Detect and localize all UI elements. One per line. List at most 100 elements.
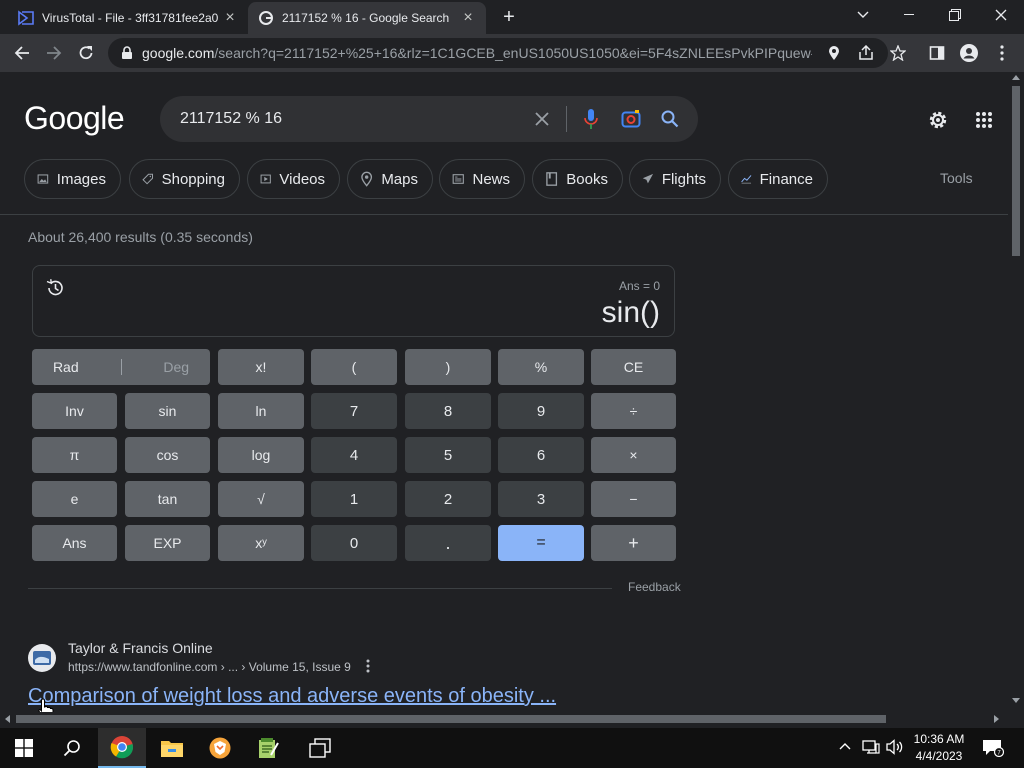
taskbar-brave-browser-icon[interactable]	[196, 728, 244, 768]
key-2[interactable]: 2	[405, 481, 491, 517]
taskbar-notepad-app-icon[interactable]	[244, 728, 292, 768]
reload-icon[interactable]	[72, 39, 100, 67]
kebab-menu-icon[interactable]	[988, 39, 1016, 67]
key-open-paren[interactable]: (	[311, 349, 397, 385]
tab-virustotal[interactable]: VirusTotal - File - 3ff31781fee2a0 ×	[8, 2, 248, 34]
search-magnifier-icon[interactable]	[658, 107, 682, 131]
taskbar-file-explorer-icon[interactable]	[148, 728, 196, 768]
new-tab-button[interactable]: +	[498, 6, 520, 28]
key-cos[interactable]: cos	[125, 437, 210, 473]
close-tab-icon[interactable]: ×	[222, 10, 238, 26]
back-arrow-icon[interactable]	[8, 39, 36, 67]
settings-gear-icon[interactable]	[926, 108, 950, 132]
chip-maps[interactable]: Maps	[347, 159, 433, 199]
key-sqrt[interactable]: √	[218, 481, 304, 517]
scroll-down-arrow-icon[interactable]	[1012, 698, 1020, 704]
restore-window-button[interactable]	[932, 0, 978, 30]
profile-avatar-icon[interactable]	[955, 39, 983, 67]
scroll-left-arrow-icon[interactable]	[4, 715, 10, 723]
taskbar-chrome-icon[interactable]	[98, 728, 146, 768]
chip-flights[interactable]: Flights	[629, 159, 721, 199]
chip-videos[interactable]: Videos	[247, 159, 340, 199]
key-clear-entry[interactable]: CE	[591, 349, 676, 385]
key-multiply[interactable]: ×	[591, 437, 676, 473]
system-clock[interactable]: 10:36 AM 4/4/2023	[908, 731, 970, 765]
show-hidden-icons-chevron-up-icon[interactable]	[839, 742, 851, 750]
key-0[interactable]: 0	[311, 525, 397, 561]
key-tan[interactable]: tan	[125, 481, 210, 517]
search-box[interactable]: 2117152 % 16	[160, 96, 698, 142]
clear-x-icon[interactable]	[530, 107, 554, 131]
key-equals[interactable]: =	[498, 525, 584, 561]
feedback-link[interactable]: Feedback	[628, 580, 681, 594]
address-bar[interactable]: google.com/search?q=2117152+%25+16&rlz=1…	[108, 38, 906, 68]
url-text[interactable]: google.com/search?q=2117152+%25+16&rlz=1…	[142, 45, 812, 61]
scroll-right-arrow-icon[interactable]	[994, 715, 1000, 723]
bookmark-star-icon[interactable]	[890, 45, 906, 61]
voice-search-mic-icon[interactable]	[579, 107, 603, 131]
notifications-chat-icon[interactable]: 7	[982, 739, 1004, 757]
location-pin-icon[interactable]	[828, 46, 840, 61]
side-panel-icon[interactable]	[923, 39, 951, 67]
key-1[interactable]: 1	[311, 481, 397, 517]
horizontal-scrollbar[interactable]	[0, 712, 1008, 726]
result-site-name[interactable]: Taylor & Francis Online	[68, 640, 213, 656]
key-6[interactable]: 6	[498, 437, 584, 473]
volume-speaker-icon[interactable]	[886, 739, 904, 755]
google-logo[interactable]: Google	[24, 100, 125, 137]
forward-arrow-icon[interactable]	[40, 39, 68, 67]
vertical-scrollbar-thumb[interactable]	[1012, 86, 1020, 256]
minimize-window-button[interactable]	[886, 0, 932, 30]
key-subtract[interactable]: −	[591, 481, 676, 517]
key-pi[interactable]: π	[32, 437, 117, 473]
chip-images[interactable]: Images	[24, 159, 121, 199]
key-exp[interactable]: EXP	[125, 525, 210, 561]
key-log[interactable]: log	[218, 437, 304, 473]
close-window-button[interactable]	[978, 0, 1024, 30]
chip-shopping[interactable]: Shopping	[129, 159, 240, 199]
key-e[interactable]: e	[32, 481, 117, 517]
chip-news[interactable]: News	[439, 159, 525, 199]
key-7[interactable]: 7	[311, 393, 397, 429]
key-percent[interactable]: %	[498, 349, 584, 385]
result-site-favicon-icon[interactable]	[28, 644, 56, 672]
taskbar-task-view-icon[interactable]	[296, 728, 344, 768]
key-inverse[interactable]: Inv	[32, 393, 117, 429]
rad-deg-toggle[interactable]: Rad Deg	[32, 349, 210, 385]
key-divide[interactable]: ÷	[591, 393, 676, 429]
key-decimal[interactable]: .	[405, 525, 491, 561]
result-more-options-icon[interactable]	[366, 659, 370, 676]
tools-button[interactable]: Tools	[940, 170, 973, 186]
horizontal-scrollbar-thumb[interactable]	[16, 715, 886, 723]
lock-icon[interactable]	[120, 46, 134, 60]
share-icon[interactable]	[858, 45, 874, 61]
chip-books[interactable]: Books	[532, 159, 623, 199]
close-tab-icon[interactable]: ×	[460, 10, 476, 26]
result-url[interactable]: https://www.tandfonline.com › ... › Volu…	[68, 660, 351, 674]
taskbar-search-icon[interactable]	[48, 728, 96, 768]
tab-search-chevron-down-icon[interactable]	[840, 0, 886, 30]
lens-camera-icon[interactable]	[619, 107, 643, 131]
key-4[interactable]: 4	[311, 437, 397, 473]
network-icon[interactable]	[862, 739, 880, 755]
key-5[interactable]: 5	[405, 437, 491, 473]
key-sin[interactable]: sin	[125, 393, 210, 429]
scroll-up-arrow-icon[interactable]	[1012, 74, 1020, 80]
rad-option[interactable]: Rad	[53, 359, 79, 375]
key-3[interactable]: 3	[498, 481, 584, 517]
vertical-scrollbar[interactable]	[1008, 72, 1024, 712]
deg-option[interactable]: Deg	[163, 359, 189, 375]
key-9[interactable]: 9	[498, 393, 584, 429]
key-8[interactable]: 8	[405, 393, 491, 429]
key-factorial[interactable]: x!	[218, 349, 304, 385]
key-power[interactable]: xʸ	[218, 525, 304, 561]
search-input[interactable]: 2117152 % 16	[180, 110, 282, 128]
google-apps-grid-icon[interactable]	[972, 108, 996, 132]
key-ln[interactable]: ln	[218, 393, 304, 429]
history-clock-icon[interactable]	[45, 278, 65, 303]
key-add[interactable]: +	[591, 525, 676, 561]
key-close-paren[interactable]: )	[405, 349, 491, 385]
result-title-link[interactable]: Comparison of weight loss and adverse ev…	[28, 685, 556, 708]
chip-finance[interactable]: Finance	[728, 159, 828, 199]
windows-start-icon[interactable]	[0, 728, 48, 768]
